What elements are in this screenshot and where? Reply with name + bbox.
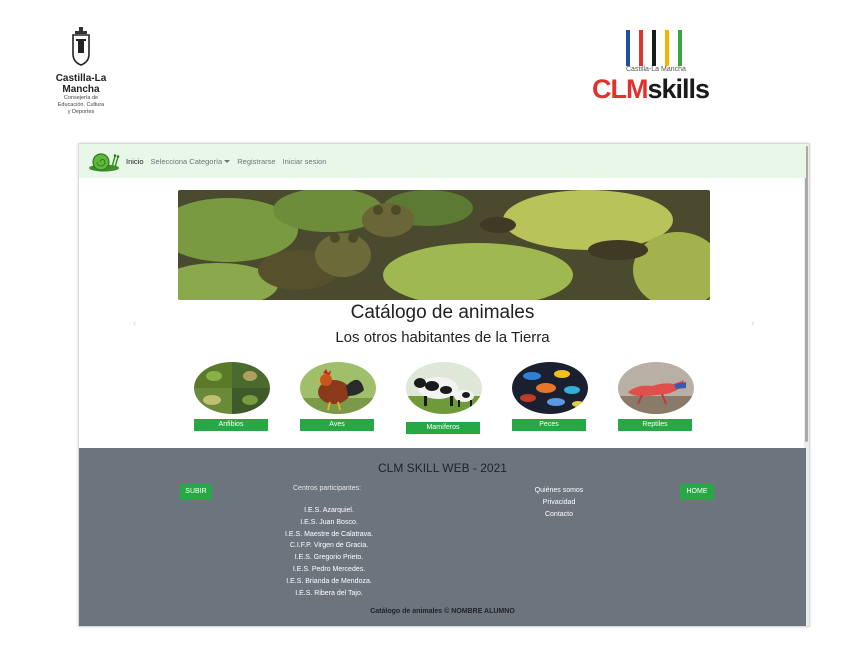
site-footer: CLM SKILL WEB - 2021 SUBIR HOME Centros …: [79, 448, 806, 626]
page-title: Catálogo de animales: [350, 302, 535, 323]
list-item: I.E.S. Brianda de Mendoza.: [286, 577, 372, 585]
page-subtitle: Los otros habitantes de la Tierra: [335, 329, 550, 346]
footer-links: Quiénes somos Privacidad Contacto: [519, 485, 599, 521]
category-anfibios[interactable]: Anfibios: [194, 362, 270, 436]
clm-logo-name: Castilla-La Mancha: [55, 73, 107, 95]
list-item: I.E.S. Ribera del Tajo.: [295, 589, 363, 597]
navbar: Inicio Selecciona Categoría Registrarse …: [79, 144, 806, 178]
skills-brand: CLMskills: [592, 74, 710, 105]
red-lizard-image[interactable]: [618, 362, 694, 414]
list-item: C.I.F.P. Virgen de Gracia.: [289, 542, 369, 550]
nav-registrarse[interactable]: Registrarse: [237, 157, 275, 166]
category-button[interactable]: Mamíferos: [406, 422, 480, 434]
rooster-image[interactable]: [300, 362, 376, 414]
skills-brand-clm: CLM: [592, 74, 648, 104]
link-contacto[interactable]: Contacto: [519, 509, 599, 521]
list-item: I.E.S. Pedro Mercedes.: [292, 565, 366, 573]
clm-logo-line3: y Deportes: [67, 109, 95, 115]
hero-banner-image: [178, 190, 710, 300]
category-button[interactable]: Anfibios: [194, 419, 268, 431]
copyright-text: Catálogo de animales © NOMBRE ALUMNO: [370, 608, 515, 615]
subir-button[interactable]: SUBIR: [180, 484, 212, 500]
scrollbar-thumb[interactable]: [805, 146, 808, 442]
category-button[interactable]: Peces: [512, 419, 586, 431]
website-screenshot: Inicio Selecciona Categoría Registrarse …: [78, 143, 810, 627]
link-privacidad[interactable]: Privacidad: [519, 497, 599, 509]
centros-list: I.E.S. Azarquiel. I.E.S. Juan Bosco. I.E…: [259, 505, 399, 599]
category-reptiles[interactable]: Reptiles: [618, 362, 694, 436]
clm-logo-line2: Educación, Cultura: [57, 102, 105, 108]
cichlid-fish-image[interactable]: [512, 362, 588, 414]
cow-and-calf-image[interactable]: [406, 362, 482, 414]
frog-collage-image[interactable]: [194, 362, 270, 414]
list-item: I.E.S. Maestre de Calatrava.: [285, 530, 373, 538]
document-header: Castilla-La Mancha Consejería de Educaci…: [0, 0, 860, 140]
nav-iniciar-sesion[interactable]: Iniciar sesion: [283, 157, 327, 166]
caret-down-icon: [224, 160, 231, 164]
nav-selecciona-categoria[interactable]: Selecciona Categoría: [151, 157, 231, 166]
skills-brand-skills: skills: [647, 74, 710, 104]
category-mamiferos[interactable]: Mamíferos: [406, 362, 482, 436]
clm-logo-line1: Consejería de: [63, 95, 99, 101]
nav-selecciona-categoria-label: Selecciona Categoría: [150, 156, 223, 166]
crest-icon: [72, 27, 90, 66]
list-item: I.E.S. Juan Bosco.: [300, 518, 358, 526]
category-aves[interactable]: Aves: [300, 362, 376, 436]
list-item: I.E.S. Gregorio Prieto.: [294, 554, 364, 562]
list-item: I.E.S. Azarquiel.: [304, 507, 354, 514]
clm-skills-logo: Castilla-La Mancha CLMskills: [590, 28, 722, 108]
skills-color-bars: [626, 30, 686, 66]
category-peces[interactable]: Peces: [512, 362, 588, 436]
footer-title: CLM SKILL WEB - 2021: [378, 461, 507, 475]
home-button[interactable]: HOME: [680, 484, 714, 500]
link-quienes-somos[interactable]: Quiénes somos: [519, 485, 599, 497]
category-button[interactable]: Reptiles: [618, 419, 692, 431]
snail-icon[interactable]: [87, 150, 121, 172]
skills-tag: Castilla-La Mancha: [626, 66, 686, 73]
centros-heading: Centros participantes:: [293, 485, 362, 492]
category-button[interactable]: Aves: [300, 419, 374, 431]
nav-inicio[interactable]: Inicio: [126, 157, 144, 166]
castilla-la-mancha-logo: Castilla-La Mancha Consejería de Educaci…: [36, 26, 126, 116]
